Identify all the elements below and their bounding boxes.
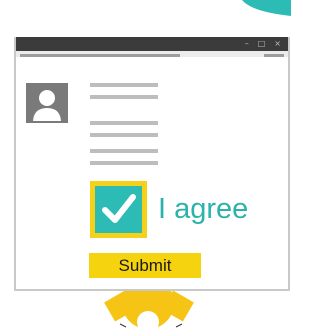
text-placeholder-line [90, 95, 158, 99]
text-placeholder-line [90, 133, 158, 137]
checkbox-box [95, 186, 142, 233]
address-bar-placeholder [20, 54, 180, 57]
address-bar [16, 51, 288, 57]
window-minimize-icon[interactable]: – [245, 37, 249, 51]
address-bar-end-placeholder [264, 54, 284, 57]
window-titlebar: – □ × [16, 37, 288, 51]
window-maximize-icon[interactable]: □ [258, 37, 266, 51]
text-placeholder-line [90, 83, 158, 87]
avatar-icon [33, 90, 61, 121]
agree-label: I agree [158, 193, 249, 225]
text-placeholder-line [90, 161, 158, 165]
checkmark-icon [102, 194, 136, 223]
submit-button[interactable]: Submit [89, 253, 201, 278]
text-placeholder-line [90, 149, 158, 153]
avatar [26, 83, 68, 123]
window-close-icon[interactable]: × [274, 37, 281, 51]
text-placeholder-line [90, 121, 158, 125]
agree-checkbox[interactable] [90, 181, 147, 238]
